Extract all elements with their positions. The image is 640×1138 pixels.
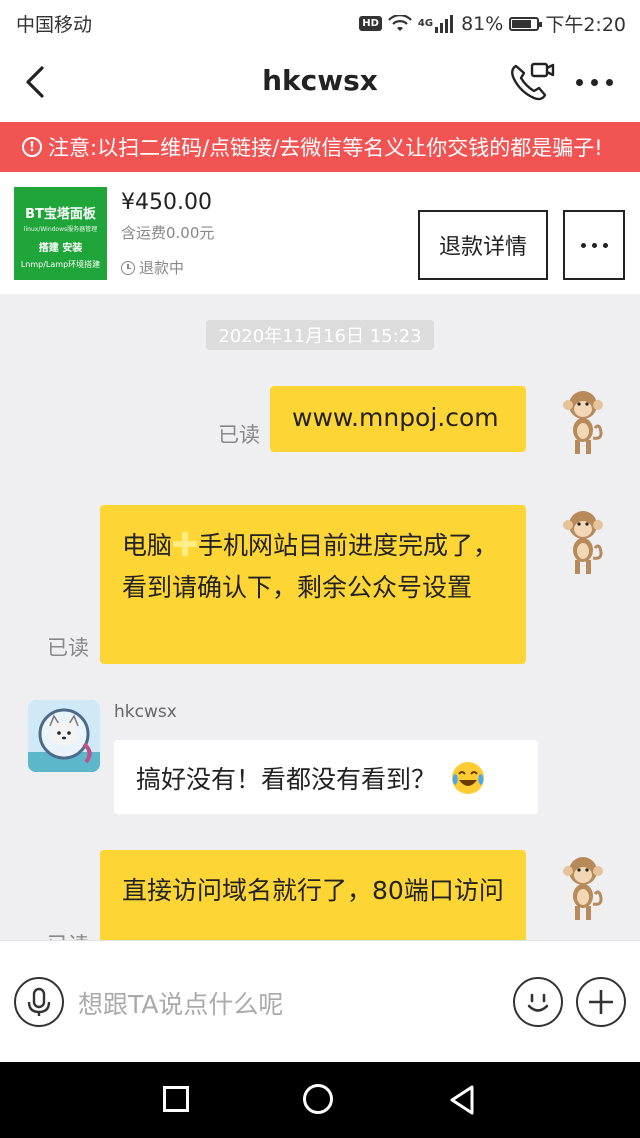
monkey-avatar-icon[interactable] (554, 508, 612, 578)
message-text: 电脑 (122, 531, 173, 560)
add-attachment-button[interactable] (576, 977, 626, 1027)
thumb-line: Lnmp/Lamp环境搭建 (20, 260, 101, 269)
status-bar: 中国移动 HD 4G 81% 下午2:20 (0, 0, 640, 44)
shipping-fee: 含运费0.00元 (121, 224, 215, 242)
dot (591, 242, 597, 248)
read-receipt: 已读 (47, 636, 89, 660)
system-back-icon[interactable] (448, 1084, 476, 1116)
thumb-line: 搭建 安装 (38, 243, 83, 254)
message-bubble[interactable]: www.mnpoj.com (270, 386, 526, 452)
warning-icon: ! (22, 137, 42, 157)
dot (606, 78, 613, 86)
battery-fill (512, 19, 532, 28)
microphone-icon (27, 987, 51, 1016)
scam-warning-banner: ! 注意:以扫二维码/点链接/去微信等名义让你交钱的都是骗子! (0, 122, 640, 172)
monkey-avatar-icon[interactable] (554, 854, 612, 924)
thumb-title: BT宝塔面板 (25, 207, 96, 222)
battery-icon (509, 16, 543, 31)
message-input-bar: 想跟TA说点什么呢 (0, 940, 640, 1062)
read-receipt: 已读 (218, 423, 260, 447)
battery-percent: 81% (461, 12, 504, 35)
emoji-button[interactable] (513, 977, 563, 1027)
message-bubble[interactable]: 直接访问域名就行了，80端口访问 (100, 850, 526, 940)
message-input[interactable]: 想跟TA说点什么呢 (78, 985, 283, 1021)
home-icon[interactable] (303, 1084, 333, 1114)
carrier-label: 中国移动 (16, 14, 93, 36)
voice-input-button[interactable] (14, 977, 64, 1027)
dot (580, 242, 586, 248)
dot (576, 78, 583, 86)
laughing-crying-emoji-icon (451, 762, 484, 794)
order-status-label: 退款中 (139, 259, 185, 277)
network-type-label: 4G (417, 18, 434, 29)
monkey-avatar-icon[interactable] (554, 388, 612, 458)
message-text: 直接访问域名就行了，80端口访问 (122, 876, 504, 905)
message-bubble[interactable]: 搞好没有！看都没有看到？ (114, 740, 538, 814)
sender-name: hkcwsx (114, 702, 177, 722)
status-icons: HD 4G 81% 下午2:20 (359, 10, 626, 37)
warning-text: 注意:以扫二维码/点链接/去微信等名义让你交钱的都是骗子! (48, 136, 603, 160)
message-bubble[interactable]: 电脑 手机网站目前进度完成了，看到请确认下，剩余公众号设置 (100, 505, 526, 664)
contact-avatar[interactable] (28, 700, 100, 772)
system-navigation-bar (0, 1062, 640, 1138)
chat-header: hkcwsx (0, 44, 640, 122)
hd-icon: HD (359, 16, 382, 31)
message-text: www.mnpoj.com (292, 403, 499, 432)
clock-icon (121, 260, 135, 275)
order-card: BT宝塔面板 linux/Windows服务器管理 搭建 安装 Lnmp/Lam… (0, 172, 640, 294)
cat-astronaut-icon (28, 700, 100, 772)
product-price: ¥450.00 (121, 190, 212, 215)
recent-apps-icon[interactable] (163, 1086, 189, 1112)
plus-icon (589, 990, 613, 1014)
read-receipt: 已读 (47, 929, 89, 940)
product-thumbnail[interactable]: BT宝塔面板 linux/Windows服务器管理 搭建 安装 Lnmp/Lam… (14, 187, 107, 280)
thumb-subtitle: linux/Windows服务器管理 (23, 226, 98, 233)
signal-icon (435, 14, 454, 33)
order-status: 退款中 (121, 257, 184, 278)
message-list[interactable]: 2020年11月16日 15:23 已读 www.mnpoj.com 已读 电脑… (0, 294, 640, 940)
phone-video-icon[interactable] (508, 60, 556, 104)
plus-emoji-icon (173, 532, 198, 556)
message-text: 搞好没有！看都没有看到？ (136, 765, 437, 794)
wifi-icon (388, 14, 412, 31)
more-options-icon[interactable] (576, 74, 620, 90)
dot (602, 242, 608, 248)
order-more-button[interactable] (563, 210, 625, 280)
refund-details-button[interactable]: 退款详情 (418, 210, 548, 280)
smiley-icon (527, 993, 549, 1012)
dot (591, 78, 598, 86)
message-timestamp: 2020年11月16日 15:23 (206, 320, 434, 350)
clock-time: 下午2:20 (545, 14, 626, 36)
